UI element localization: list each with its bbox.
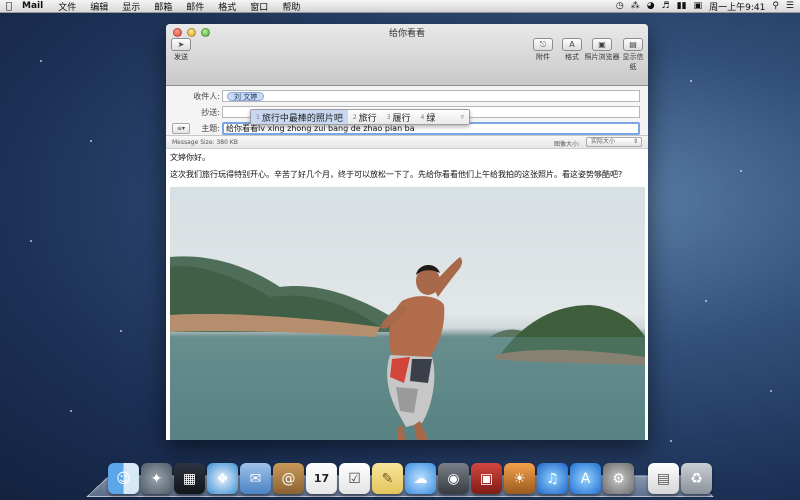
finder-icon[interactable]: ☺ [108, 463, 139, 494]
to-field[interactable]: 刘 文婷 [222, 90, 640, 102]
photo-scene [170, 256, 645, 440]
send-icon: ➤ [171, 38, 191, 51]
photo-browser-button[interactable]: ▣ 照片浏览器 [584, 38, 620, 62]
attach-label: 附件 [536, 53, 550, 61]
messages-icon[interactable]: ☁ [405, 463, 436, 494]
ime-expand-icon[interactable]: ▿ [460, 113, 469, 121]
wifi-icon[interactable]: ◕ [647, 1, 655, 11]
to-row: 收件人: 刘 文婷 [166, 89, 648, 103]
show-stationery-label: 显示信纸 [622, 53, 644, 71]
subject-label: 主题: [201, 123, 220, 133]
menu-app-name[interactable]: Mail [18, 1, 51, 11]
menu-format[interactable]: 格式 [211, 0, 243, 13]
menu-edit[interactable]: 编辑 [83, 0, 115, 13]
image-size-select[interactable]: 实际大小 ⇕ [586, 137, 642, 147]
select-arrows-icon: ⇕ [632, 138, 638, 145]
attach-button[interactable]: ⎋ 附件 [533, 38, 553, 62]
ime-candidate-bar: 1 旅行中最棒的照片吧 2 旅行 3 履行 4 绿 ▿ [250, 109, 470, 125]
to-label: 收件人: [193, 91, 220, 101]
calendar-icon[interactable]: 17 [306, 463, 337, 494]
menu-window[interactable]: 窗口 [243, 0, 275, 13]
header-options-button[interactable]: ≡▾ [172, 122, 190, 134]
body-greeting: 文婷你好。 [170, 153, 210, 162]
recipient-chip[interactable]: 刘 文婷 [227, 92, 265, 101]
font-icon: A [562, 38, 582, 51]
attached-photo[interactable] [170, 187, 645, 440]
message-size: Message Size: 380 KB [172, 139, 238, 146]
send-button[interactable]: ➤ 发送 [171, 38, 191, 62]
photo-browser-label: 照片浏览器 [584, 53, 620, 61]
compose-window: 给你看看 ➤ 发送 ⎋ 附件 A 格式 ▣ 照片浏览器 ▤ 显示信纸 收件人: … [166, 24, 648, 440]
volume-icon[interactable]: ♬ [662, 1, 670, 11]
apple-menu-icon[interactable]:  [0, 1, 18, 12]
system-preferences-icon[interactable]: ⚙ [603, 463, 634, 494]
format-button[interactable]: A 格式 [562, 38, 582, 62]
photo-icon: ▣ [592, 38, 612, 51]
image-size-value: 实际大小 [591, 138, 616, 145]
menu-bar:  Mail 文件 编辑 显示 邮箱 邮件 格式 窗口 帮助 ◷ ⁂ ◕ ♬ ▮… [0, 0, 800, 13]
downloads-icon[interactable]: ▤ [648, 463, 679, 494]
menu-extras: ◷ ⁂ ◕ ♬ ▮▮ ▣ 周一上午9:41 ⚲ ☰ [616, 0, 800, 13]
ime-candidate-2[interactable]: 2 旅行 [348, 110, 382, 124]
launchpad-icon[interactable]: ✦ [141, 463, 172, 494]
menu-clock[interactable]: 周一上午9:41 [709, 0, 765, 13]
dock: ☺ ✦ ▦ ❖ ✉ @ 17 ☑ ✎ ☁ ◉ ▣ ☀ ♫ A ⚙ ▤ ♻ [108, 458, 713, 494]
image-size-label: 图像大小: [554, 141, 581, 148]
iphoto-icon[interactable]: ☀ [504, 463, 535, 494]
reminders-icon[interactable]: ☑ [339, 463, 370, 494]
status-bar: Message Size: 380 KB 图像大小: 实际大小 ⇕ [166, 136, 648, 149]
notification-center-icon[interactable]: ☰ [786, 1, 794, 11]
trash-icon[interactable]: ♻ [681, 463, 712, 494]
menu-mailbox[interactable]: 邮箱 [147, 0, 179, 13]
format-label: 格式 [565, 53, 579, 61]
contacts-icon[interactable]: @ [273, 463, 304, 494]
message-body[interactable]: 文婷你好。 这次我们旅行玩得特别开心。辛苦了好几个月，终于可以放松一下了。先给你… [166, 149, 648, 440]
menu-message[interactable]: 邮件 [179, 0, 211, 13]
battery-icon[interactable]: ▮▮ [677, 1, 687, 11]
show-stationery-button[interactable]: ▤ 显示信纸 [620, 38, 646, 72]
safari-icon[interactable]: ❖ [207, 463, 238, 494]
mail-icon[interactable]: ✉ [240, 463, 271, 494]
body-paragraph: 这次我们旅行玩得特别开心。辛苦了好几个月，终于可以放松一下了。先给你看看他们上午… [170, 170, 623, 179]
input-source-icon[interactable]: ▣ [694, 1, 703, 11]
ime-candidate-3[interactable]: 3 履行 [382, 110, 416, 124]
menu-help[interactable]: 帮助 [275, 0, 307, 13]
subject-value: 给你看看lv xing zhong zui bang de zhao pian … [226, 123, 415, 133]
facetime-icon[interactable]: ◉ [438, 463, 469, 494]
bluetooth-icon[interactable]: ⁂ [631, 1, 640, 11]
time-machine-icon[interactable]: ◷ [616, 1, 624, 11]
app-store-icon[interactable]: A [570, 463, 601, 494]
window-titlebar: 给你看看 ➤ 发送 ⎋ 附件 A 格式 ▣ 照片浏览器 ▤ 显示信纸 [166, 24, 648, 86]
menu-file[interactable]: 文件 [51, 0, 83, 13]
mission-control-icon[interactable]: ▦ [174, 463, 205, 494]
send-label: 发送 [174, 53, 188, 61]
spotlight-icon[interactable]: ⚲ [772, 1, 779, 11]
photo-booth-icon[interactable]: ▣ [471, 463, 502, 494]
ime-candidate-4[interactable]: 4 绿 [416, 110, 441, 124]
stationery-icon: ▤ [623, 38, 643, 51]
cc-label: 抄送: [201, 107, 220, 117]
notes-icon[interactable]: ✎ [372, 463, 403, 494]
itunes-icon[interactable]: ♫ [537, 463, 568, 494]
calendar-day: 17 [313, 472, 330, 485]
menu-view[interactable]: 显示 [115, 0, 147, 13]
paperclip-icon: ⎋ [533, 38, 553, 51]
ime-candidate-1[interactable]: 1 旅行中最棒的照片吧 [251, 110, 348, 124]
